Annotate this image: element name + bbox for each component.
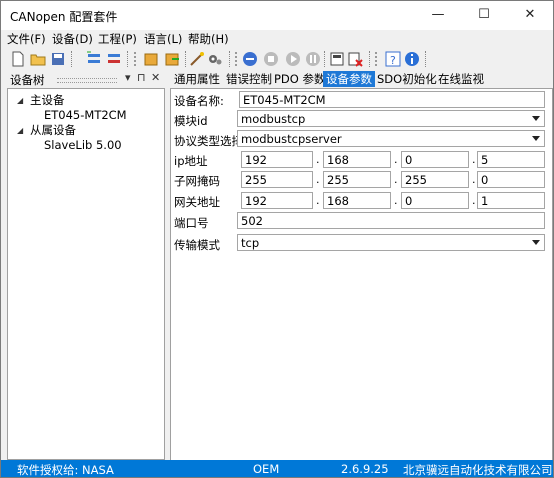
import-icon[interactable] bbox=[144, 51, 160, 67]
menu-help[interactable]: 帮助(H) bbox=[188, 31, 229, 47]
panel-close-icon[interactable]: ✕ bbox=[151, 71, 160, 84]
download-icon[interactable] bbox=[329, 51, 345, 67]
device-params-form: 设备名称: ET045-MT2CM 模块id modbustcp 协议类型选择 … bbox=[170, 88, 553, 461]
company-text: 北京骥远自动化技术有限公司 bbox=[403, 463, 553, 477]
tree-node-master[interactable]: 主设备 bbox=[30, 92, 65, 108]
ip-octet-1[interactable]: 192 bbox=[241, 151, 313, 168]
tab-error-control[interactable]: 错误控制 bbox=[223, 71, 275, 87]
module-id-select[interactable]: modbustcp bbox=[237, 110, 545, 127]
tree-node-master-device[interactable]: ET045-MT2CM bbox=[44, 108, 127, 122]
save-icon[interactable] bbox=[50, 51, 66, 67]
chevron-down-icon bbox=[532, 116, 540, 121]
port-label: 端口号 bbox=[174, 216, 209, 230]
menu-project[interactable]: 工程(P) bbox=[98, 31, 137, 47]
mask-octet-1[interactable]: 255 bbox=[241, 171, 313, 188]
module-id-value: modbustcp bbox=[241, 112, 306, 126]
tab-sdo-init[interactable]: SDO初始化 bbox=[374, 71, 440, 87]
protocol-label: 协议类型选择 bbox=[174, 134, 243, 148]
window-title: CANopen 配置套件 bbox=[10, 10, 118, 24]
pause-icon[interactable] bbox=[305, 51, 321, 67]
license-text: 软件授权给: NASA bbox=[17, 463, 114, 477]
delete-icon[interactable] bbox=[347, 51, 363, 67]
expand-icon[interactable]: ◢ bbox=[17, 126, 23, 135]
chevron-down-icon bbox=[532, 240, 540, 245]
export-icon[interactable] bbox=[164, 51, 180, 67]
connect-icon[interactable] bbox=[242, 51, 258, 67]
edition-text: OEM bbox=[253, 462, 280, 476]
remove-node-icon[interactable] bbox=[106, 51, 122, 67]
new-file-icon[interactable] bbox=[10, 51, 26, 67]
gateway-octet-1[interactable]: 192 bbox=[241, 192, 313, 209]
module-id-label: 模块id bbox=[174, 114, 208, 128]
ip-octet-4[interactable]: 5 bbox=[477, 151, 545, 168]
stop-icon[interactable] bbox=[263, 51, 279, 67]
add-node-icon[interactable] bbox=[86, 51, 102, 67]
tab-general[interactable]: 通用属性 bbox=[171, 71, 223, 87]
device-tree-title: 设备树 bbox=[10, 73, 45, 87]
protocol-select[interactable]: modbustcpserver bbox=[237, 130, 545, 147]
menu-language[interactable]: 语言(L) bbox=[144, 31, 182, 47]
mask-octet-2[interactable]: 255 bbox=[323, 171, 391, 188]
title-bar: CANopen 配置套件 — ☐ ✕ bbox=[1, 1, 553, 30]
subnet-mask-label: 子网掩码 bbox=[174, 174, 220, 188]
panel-pin-icon[interactable]: ⊓ bbox=[137, 71, 146, 84]
version-text: 2.6.9.25 bbox=[341, 462, 389, 476]
svg-text:?: ? bbox=[390, 54, 396, 67]
expand-icon[interactable]: ◢ bbox=[17, 96, 23, 105]
device-tree: ◢ 主设备 ET045-MT2CM ◢ 从属设备 SlaveLib 5.00 bbox=[7, 88, 165, 460]
mask-octet-4[interactable]: 0 bbox=[477, 171, 545, 188]
close-button[interactable]: ✕ bbox=[507, 1, 553, 30]
toolbar: ? bbox=[1, 48, 553, 70]
port-field[interactable]: 502 bbox=[237, 212, 545, 229]
transport-select[interactable]: tcp bbox=[237, 234, 545, 251]
gateway-octet-4[interactable]: 1 bbox=[477, 192, 545, 209]
status-bar: 软件授权给: NASA OEM 2.6.9.25 北京骥远自动化技术有限公司 bbox=[1, 460, 553, 477]
device-tree-header: 设备树 ▾ ⊓ ✕ bbox=[7, 71, 165, 87]
menu-bar: 文件(F) 设备(D) 工程(P) 语言(L) 帮助(H) bbox=[1, 30, 553, 48]
ip-octet-3[interactable]: 0 bbox=[401, 151, 469, 168]
open-folder-icon[interactable] bbox=[30, 51, 46, 67]
device-name-field[interactable]: ET045-MT2CM bbox=[239, 91, 545, 108]
panel-dropdown-icon[interactable]: ▾ bbox=[125, 71, 131, 84]
menu-device[interactable]: 设备(D) bbox=[52, 31, 93, 47]
gateway-octet-2[interactable]: 168 bbox=[323, 192, 391, 209]
transport-value: tcp bbox=[241, 236, 260, 250]
transport-label: 传输模式 bbox=[174, 238, 220, 252]
tab-device-params[interactable]: 设备参数 bbox=[323, 71, 375, 87]
gateway-label: 网关地址 bbox=[174, 195, 220, 209]
maximize-button[interactable]: ☐ bbox=[461, 1, 507, 30]
gateway-octet-3[interactable]: 0 bbox=[401, 192, 469, 209]
tree-node-slave-device[interactable]: SlaveLib 5.00 bbox=[44, 138, 122, 152]
tab-strip: 通用属性 错误控制 PDO 参数 设备参数 SDO初始化 在线监视 bbox=[171, 71, 553, 88]
settings-icon[interactable] bbox=[207, 51, 223, 67]
device-tree-panel: 设备树 ▾ ⊓ ✕ ◢ 主设备 ET045-MT2CM ◢ 从属设备 Slave… bbox=[7, 71, 165, 460]
app-window: CANopen 配置套件 — ☐ ✕ 文件(F) 设备(D) 工程(P) 语言(… bbox=[0, 0, 554, 478]
play-icon[interactable] bbox=[285, 51, 301, 67]
tree-node-slaves[interactable]: 从属设备 bbox=[30, 122, 76, 138]
chevron-down-icon bbox=[532, 136, 540, 141]
minimize-button[interactable]: — bbox=[415, 1, 461, 30]
tab-pdo[interactable]: PDO 参数 bbox=[271, 71, 329, 87]
menu-file[interactable]: 文件(F) bbox=[7, 31, 46, 47]
ip-label: ip地址 bbox=[174, 154, 208, 168]
info-icon[interactable] bbox=[404, 51, 420, 67]
mask-octet-3[interactable]: 255 bbox=[401, 171, 469, 188]
help-icon[interactable]: ? bbox=[385, 51, 401, 67]
device-name-label: 设备名称: bbox=[174, 94, 224, 108]
protocol-value: modbustcpserver bbox=[241, 132, 342, 146]
wizard-icon[interactable] bbox=[189, 51, 205, 67]
tab-online-monitor[interactable]: 在线监视 bbox=[435, 71, 487, 87]
ip-octet-2[interactable]: 168 bbox=[323, 151, 391, 168]
